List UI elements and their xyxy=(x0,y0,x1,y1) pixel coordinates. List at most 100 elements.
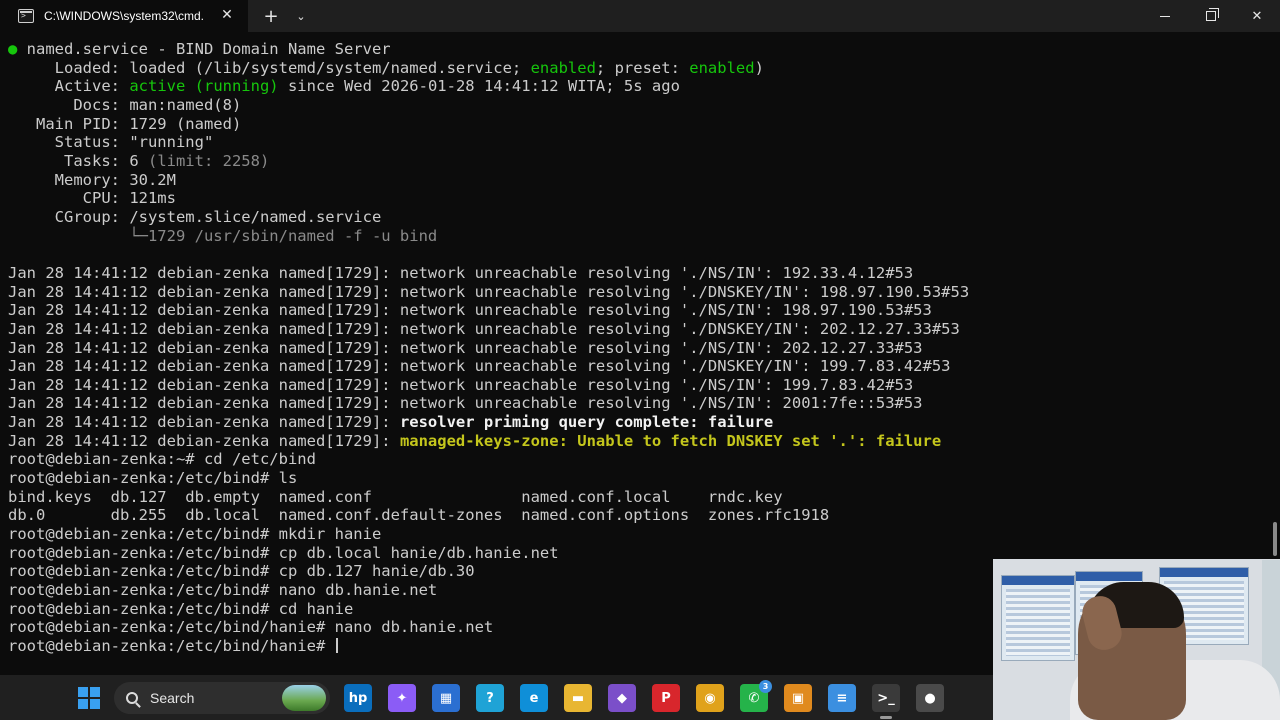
windows-logo-icon xyxy=(78,687,100,709)
get-help-icon[interactable]: ? xyxy=(476,684,504,712)
terminal-text: Jan 28 14:41:12 debian-zenka named[1729]… xyxy=(8,338,923,357)
terminal-text: root@debian-zenka:/etc/bind/hanie# xyxy=(8,637,335,655)
terminal-line: root@debian-zenka:/etc/bind# mkdir hanie xyxy=(8,525,969,544)
active-indicator xyxy=(880,716,892,719)
remote-desktop-icon[interactable]: ▣ xyxy=(784,684,812,712)
minimize-button[interactable] xyxy=(1142,0,1188,32)
terminal-text: Active: xyxy=(8,77,130,96)
text-cursor xyxy=(335,638,338,653)
terminal-text: managed-keys-zone: Unable to fetch DNSKE… xyxy=(399,431,942,450)
terminal-text: root@debian-zenka:/etc/bind# ls xyxy=(8,469,298,488)
app-glyph: >_ xyxy=(877,690,895,706)
hp-icon[interactable]: hp xyxy=(344,684,372,712)
terminal-line: Jan 28 14:41:12 debian-zenka named[1729]… xyxy=(8,432,969,451)
terminal-line: Active: active (running) since Wed 2026-… xyxy=(8,77,969,96)
terminal-text: db.0 db.255 db.local named.conf.default-… xyxy=(8,506,830,525)
terminal-line: Jan 28 14:41:12 debian-zenka named[1729]… xyxy=(8,339,969,358)
terminal-line: root@debian-zenka:/etc/bind# cp db.127 h… xyxy=(8,562,969,581)
terminal-line: bind.keys db.127 db.empty named.conf nam… xyxy=(8,488,969,507)
terminal-text: Jan 28 14:41:12 debian-zenka named[1729]… xyxy=(8,319,960,338)
pinterest-icon[interactable]: P xyxy=(652,684,680,712)
terminal-line: db.0 db.255 db.local named.conf.default-… xyxy=(8,506,969,525)
terminal-text: Docs: man:named(8) xyxy=(8,95,242,114)
app-glyph: ◆ xyxy=(617,690,627,706)
edge-icon[interactable]: e xyxy=(520,684,548,712)
wall-poster xyxy=(1001,575,1075,661)
app-glyph: ◉ xyxy=(704,690,716,706)
terminal-icon[interactable]: >_ xyxy=(872,684,900,719)
terminal-line: Jan 28 14:41:12 debian-zenka named[1729]… xyxy=(8,376,969,395)
terminal-text: CPU: 121ms xyxy=(8,189,176,208)
terminal-icon xyxy=(18,9,34,23)
terminal-text: root@debian-zenka:/etc/bind/hanie# nano … xyxy=(8,618,494,637)
terminal-text: Jan 28 14:41:12 debian-zenka named[1729]… xyxy=(8,394,923,413)
terminal-line: root@debian-zenka:/etc/bind# cd hanie xyxy=(8,600,969,619)
terminal-line: Tasks: 6 (limit: 2258) xyxy=(8,152,969,171)
obs-icon[interactable]: ● xyxy=(916,684,944,712)
terminal-text: root@debian-zenka:~# cd /etc/bind xyxy=(8,450,316,469)
notepad-icon[interactable]: ≡ xyxy=(828,684,856,712)
terminal-line: └─1729 /usr/sbin/named -f -u bind xyxy=(8,227,969,246)
terminal-line: Memory: 30.2M xyxy=(8,171,969,190)
terminal-line: Jan 28 14:41:12 debian-zenka named[1729]… xyxy=(8,394,969,413)
app-glyph: P xyxy=(661,690,671,706)
terminal-text: Jan 28 14:41:12 debian-zenka named[1729]… xyxy=(8,375,914,394)
terminal-line: CGroup: /system.slice/named.service xyxy=(8,208,969,227)
terminal-text: ; preset: xyxy=(595,58,690,77)
restore-icon xyxy=(1206,8,1219,21)
terminal-text: Jan 28 14:41:12 debian-zenka named[1729]… xyxy=(8,301,932,320)
terminal-text: Main PID: 1729 (named) xyxy=(8,114,242,133)
terminal-text: Jan 28 14:41:12 debian-zenka named[1729]… xyxy=(8,282,970,301)
terminal-text: ● xyxy=(8,40,27,58)
terminal-text: root@debian-zenka:/etc/bind# cd hanie xyxy=(8,599,354,618)
copilot-icon[interactable]: ✦ xyxy=(388,684,416,712)
app-glyph: ✦ xyxy=(396,690,408,706)
terminal-text: Tasks: 6 xyxy=(8,151,148,170)
terminal-text: bind.keys db.127 db.empty named.conf nam… xyxy=(8,487,783,506)
tab-cmd[interactable]: C:\WINDOWS\system32\cmd. ✕ xyxy=(0,0,248,32)
tab-close-icon[interactable]: ✕ xyxy=(218,7,236,23)
terminal-text: root@debian-zenka:/etc/bind# cp db.local… xyxy=(8,543,559,562)
new-tab-button[interactable]: + xyxy=(256,6,286,27)
terminal-line: Jan 28 14:41:12 debian-zenka named[1729]… xyxy=(8,320,969,339)
chevron-down-icon[interactable]: ⌄ xyxy=(286,10,316,23)
chrome-icon[interactable]: ◉ xyxy=(696,684,724,712)
terminal-text: Jan 28 14:41:12 debian-zenka named[1729]… xyxy=(8,357,951,376)
terminal-line: root@debian-zenka:/etc/bind# nano db.han… xyxy=(8,581,969,600)
terminal-text: Loaded: loaded (/lib/systemd/system/name… xyxy=(8,58,531,77)
visual-studio-icon[interactable]: ◆ xyxy=(608,684,636,712)
search-highlight-image xyxy=(282,685,326,711)
tab-title: C:\WINDOWS\system32\cmd. xyxy=(44,9,205,23)
terminal-text: ) xyxy=(754,58,764,77)
terminal-line: root@debian-zenka:/etc/bind# ls xyxy=(8,469,969,488)
title-bar: C:\WINDOWS\system32\cmd. ✕ + ⌄ ✕ xyxy=(0,0,1280,32)
app-glyph: ● xyxy=(924,690,936,706)
search-label: Search xyxy=(150,690,195,706)
whatsapp-icon[interactable]: ✆ 3 xyxy=(740,680,772,712)
terminal-line: Jan 28 14:41:12 debian-zenka named[1729]… xyxy=(8,301,969,320)
scrollbar[interactable] xyxy=(1273,522,1277,556)
terminal-line: Jan 28 14:41:12 debian-zenka named[1729]… xyxy=(8,264,969,283)
app-glyph: ▦ xyxy=(439,690,453,706)
close-button[interactable]: ✕ xyxy=(1234,0,1280,32)
terminal-line: Jan 28 14:41:12 debian-zenka named[1729]… xyxy=(8,413,969,432)
microsoft-store-icon[interactable]: ▦ xyxy=(432,684,460,712)
app-glyph: e xyxy=(529,690,539,706)
start-button[interactable] xyxy=(75,684,103,712)
terminal-line: root@debian-zenka:/etc/bind/hanie# xyxy=(8,637,969,656)
terminal-text: root@debian-zenka:/etc/bind# mkdir hanie xyxy=(8,525,382,544)
terminal-text: Jan 28 14:41:12 debian-zenka named[1729]… xyxy=(8,263,914,282)
terminal-line: CPU: 121ms xyxy=(8,189,969,208)
terminal-line: root@debian-zenka:/etc/bind# cp db.local… xyxy=(8,544,969,563)
terminal-line: Jan 28 14:41:12 debian-zenka named[1729]… xyxy=(8,283,969,302)
terminal-lines: ● named.service - BIND Domain Name Serve… xyxy=(8,40,969,656)
restore-button[interactable] xyxy=(1188,0,1234,32)
terminal-text: enabled xyxy=(689,58,755,77)
terminal-line: ● named.service - BIND Domain Name Serve… xyxy=(8,40,969,59)
terminal-text: Memory: 30.2M xyxy=(8,170,176,189)
file-explorer-icon[interactable]: ▬ xyxy=(564,684,592,712)
app-glyph: ? xyxy=(486,690,494,706)
terminal-text: root@debian-zenka:/etc/bind# nano db.han… xyxy=(8,581,438,600)
terminal-text: since Wed 2026-01-28 14:41:12 WITA; 5s a… xyxy=(278,77,680,96)
taskbar-search[interactable]: Search xyxy=(114,682,330,714)
